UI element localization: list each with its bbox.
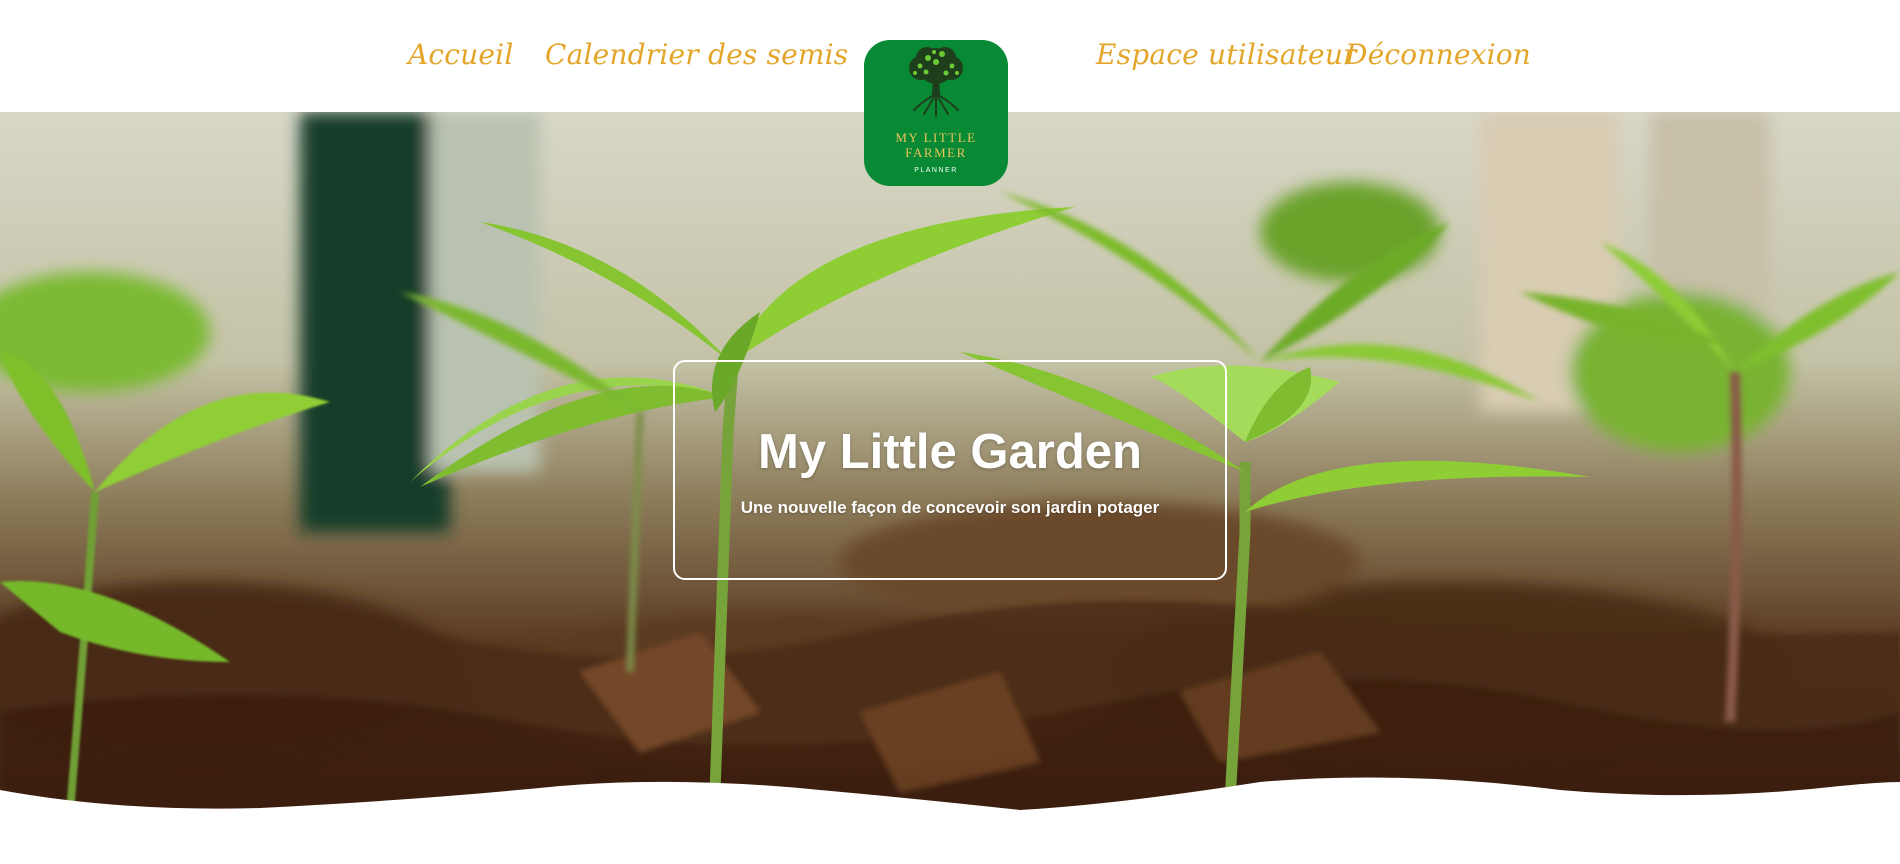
logo-text-line2: FARMER — [905, 145, 967, 160]
nav-logout-link[interactable]: Déconnexion — [1345, 38, 1531, 71]
brand-logo[interactable]: MY LITTLE FARMER PLANNER — [864, 40, 1008, 186]
hero-title: My Little Garden — [758, 425, 1142, 479]
nav-sowing-calendar-link[interactable]: Calendrier des semis — [545, 38, 848, 71]
page: Accueil Calendrier des semis Espace util… — [0, 0, 1900, 864]
tree-icon — [909, 47, 963, 117]
nav-user-space-link[interactable]: Espace utilisateur — [1096, 38, 1357, 71]
hero-banner: My Little Garden Une nouvelle façon de c… — [0, 112, 1900, 824]
hero-subtitle: Une nouvelle façon de concevoir son jard… — [740, 498, 1160, 517]
nav-home-link[interactable]: Accueil — [408, 38, 514, 71]
logo-text-line3: PLANNER — [914, 167, 958, 174]
logo-text-line1: MY LITTLE — [895, 130, 977, 145]
hero-title-card: My Little Garden Une nouvelle façon de c… — [673, 360, 1227, 580]
